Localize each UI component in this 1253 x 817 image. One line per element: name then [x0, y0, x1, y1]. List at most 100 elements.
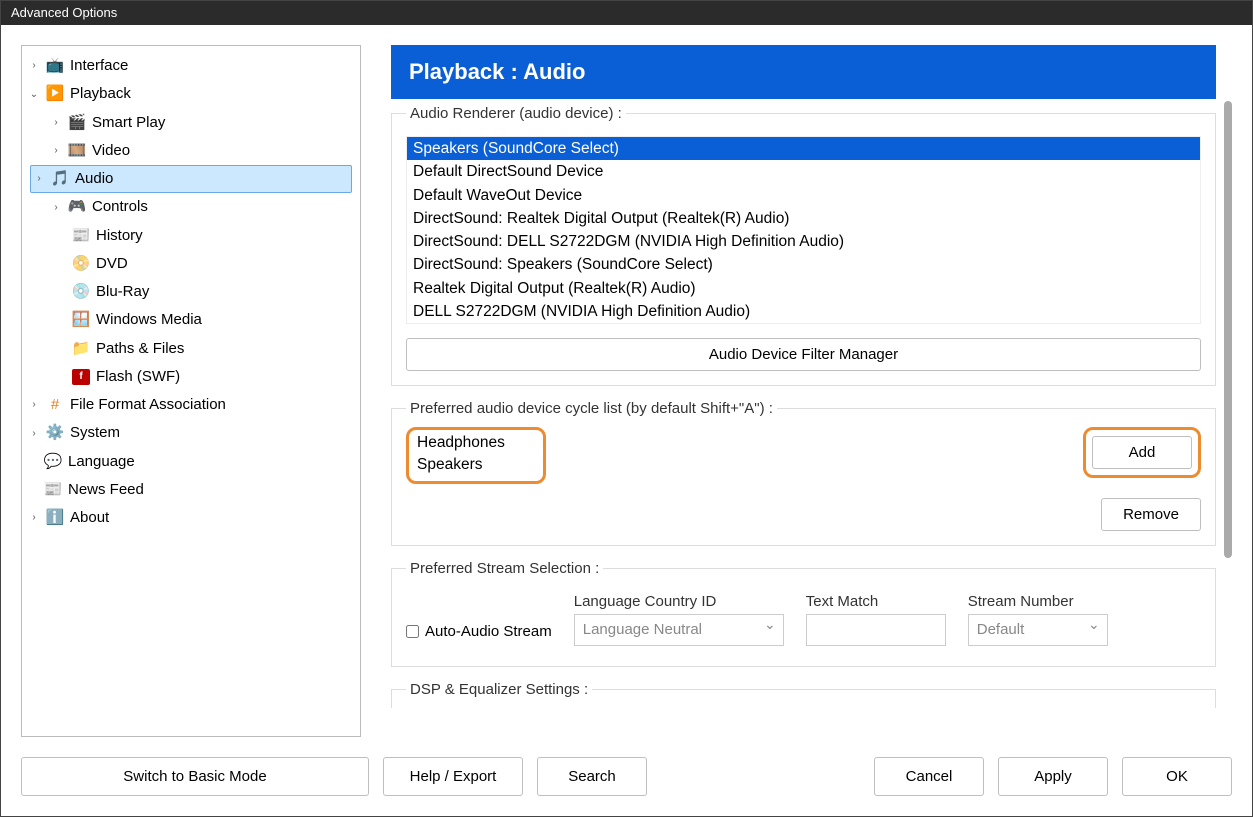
audio-device-list[interactable]: Speakers (SoundCore Select) Default Dire… [406, 136, 1201, 324]
audio-device-row[interactable]: Default WaveOut Device [407, 184, 1200, 207]
preferred-stream-group: Preferred Stream Selection : Auto-Audio … [391, 560, 1216, 667]
tree-item-history[interactable]: 📰 History [22, 222, 360, 250]
auto-audio-stream-input[interactable] [406, 625, 419, 638]
dvd-icon: 📀 [72, 256, 90, 272]
audio-icon: 🎵 [51, 171, 69, 187]
chevron-right-icon[interactable]: › [28, 425, 40, 443]
audio-device-row[interactable]: DELL S2722DGM (NVIDIA High Definition Au… [407, 300, 1200, 323]
remove-button[interactable]: Remove [1101, 498, 1201, 531]
info-icon: ℹ️ [46, 510, 64, 526]
tree-label: Blu-Ray [96, 279, 149, 305]
tree-label: Windows Media [96, 307, 202, 333]
tree-item-smart-play[interactable]: › 🎬 Smart Play [22, 109, 360, 137]
video-icon: 🎞️ [68, 143, 86, 159]
tree-item-about[interactable]: › ℹ️ About [22, 504, 360, 532]
smart-play-icon: 🎬 [68, 115, 86, 131]
stream-number-select[interactable] [968, 614, 1108, 646]
tree-label: About [70, 505, 109, 531]
chevron-right-icon[interactable]: › [50, 114, 62, 132]
tree-item-bluray[interactable]: 💿 Blu-Ray [22, 278, 360, 306]
play-icon: ▶️ [46, 86, 64, 102]
chevron-right-icon[interactable]: › [28, 396, 40, 414]
tree-item-controls[interactable]: › 🎮 Controls [22, 193, 360, 221]
auto-audio-stream-checkbox[interactable]: Auto-Audio Stream [406, 623, 552, 640]
history-icon: 📰 [72, 228, 90, 244]
tree-label: History [96, 223, 143, 249]
auto-audio-stream-label: Auto-Audio Stream [425, 623, 552, 640]
page-title: Playback : Audio [391, 45, 1216, 99]
window-body: › 📺 Interface ⌄ ▶️ Playback › 🎬 Smart Pl… [1, 25, 1252, 816]
tree-item-file-format[interactable]: › # File Format Association [22, 391, 360, 419]
folder-icon: 📁 [72, 341, 90, 357]
tree-item-dvd[interactable]: 📀 DVD [22, 250, 360, 278]
tree-label: Smart Play [92, 110, 165, 136]
tree-label: File Format Association [70, 392, 226, 418]
flash-icon: f [72, 369, 90, 385]
tree-label: DVD [96, 251, 128, 277]
tree-item-audio[interactable]: › 🎵 Audio [30, 165, 352, 193]
audio-device-row[interactable]: DirectSound: DELL S2722DGM (NVIDIA High … [407, 230, 1200, 253]
language-icon: 💬 [44, 454, 62, 470]
tree-label: System [70, 420, 120, 446]
preferred-stream-legend: Preferred Stream Selection : [406, 560, 603, 577]
windows-media-icon: 🪟 [72, 312, 90, 328]
cycle-list-group: Preferred audio device cycle list (by de… [391, 400, 1216, 546]
language-country-id-select[interactable] [574, 614, 784, 646]
text-match-label: Text Match [806, 593, 946, 610]
text-match-input[interactable] [806, 614, 946, 646]
news-icon: 📰 [44, 482, 62, 498]
chevron-right-icon[interactable]: › [28, 509, 40, 527]
chevron-right-icon[interactable]: › [50, 199, 62, 217]
tree-label: Video [92, 138, 130, 164]
cycle-list[interactable]: Headphones Speakers [406, 427, 546, 484]
footer: Switch to Basic Mode Help / Export Searc… [1, 747, 1252, 816]
tree-item-paths-files[interactable]: 📁 Paths & Files [22, 335, 360, 363]
audio-device-row[interactable]: DirectSound: Realtek Digital Output (Rea… [407, 207, 1200, 230]
sidebar-tree[interactable]: › 📺 Interface ⌄ ▶️ Playback › 🎬 Smart Pl… [21, 45, 361, 737]
tree-item-system[interactable]: › ⚙️ System [22, 419, 360, 447]
tree-item-flash[interactable]: f Flash (SWF) [22, 363, 360, 391]
cycle-list-item[interactable]: Speakers [417, 454, 535, 476]
main-panel: Playback : Audio Audio Renderer (audio d… [391, 45, 1232, 737]
audio-device-row[interactable]: Speakers (SoundCore Select) [407, 137, 1200, 160]
chevron-right-icon[interactable]: › [28, 57, 40, 75]
audio-device-row[interactable]: Default DirectSound Device [407, 160, 1200, 183]
tree-item-windows-media[interactable]: 🪟 Windows Media [22, 306, 360, 334]
dsp-equalizer-legend: DSP & Equalizer Settings : [406, 681, 592, 698]
bluray-icon: 💿 [72, 284, 90, 300]
tree-item-playback[interactable]: ⌄ ▶️ Playback [22, 80, 360, 108]
tree-label: Flash (SWF) [96, 364, 180, 390]
tree-label: News Feed [68, 477, 144, 503]
titlebar: Advanced Options [1, 1, 1252, 25]
cycle-list-item[interactable]: Headphones [417, 432, 535, 454]
window: Advanced Options › 📺 Interface ⌄ ▶️ Play… [0, 0, 1253, 817]
chevron-right-icon[interactable]: › [50, 142, 62, 160]
cancel-button[interactable]: Cancel [874, 757, 984, 796]
vertical-scrollbar[interactable] [1224, 101, 1232, 558]
interface-icon: 📺 [46, 58, 64, 74]
audio-device-filter-manager-button[interactable]: Audio Device Filter Manager [406, 338, 1201, 371]
tree-item-video[interactable]: › 🎞️ Video [22, 137, 360, 165]
tree-item-news-feed[interactable]: 📰 News Feed [22, 476, 360, 504]
ok-button[interactable]: OK [1122, 757, 1232, 796]
tree-label: Interface [70, 53, 128, 79]
file-format-icon: # [46, 397, 64, 413]
chevron-down-icon[interactable]: ⌄ [28, 86, 40, 104]
audio-device-row[interactable]: DirectSound: Speakers (SoundCore Select) [407, 253, 1200, 276]
chevron-right-icon[interactable]: › [33, 170, 45, 188]
dsp-equalizer-group: DSP & Equalizer Settings : [391, 681, 1216, 708]
help-export-button[interactable]: Help / Export [383, 757, 523, 796]
gear-icon: ⚙️ [46, 425, 64, 441]
tree-item-language[interactable]: 💬 Language [22, 448, 360, 476]
window-title: Advanced Options [11, 5, 117, 20]
tree-item-interface[interactable]: › 📺 Interface [22, 52, 360, 80]
audio-device-row[interactable]: Realtek Digital Output (Realtek(R) Audio… [407, 277, 1200, 300]
language-country-id-label: Language Country ID [574, 593, 784, 610]
apply-button[interactable]: Apply [998, 757, 1108, 796]
tree-label: Paths & Files [96, 336, 184, 362]
switch-to-basic-mode-button[interactable]: Switch to Basic Mode [21, 757, 369, 796]
content-row: › 📺 Interface ⌄ ▶️ Playback › 🎬 Smart Pl… [1, 25, 1252, 747]
audio-renderer-group: Audio Renderer (audio device) : Speakers… [391, 105, 1216, 386]
add-button[interactable]: Add [1092, 436, 1192, 469]
search-button[interactable]: Search [537, 757, 647, 796]
